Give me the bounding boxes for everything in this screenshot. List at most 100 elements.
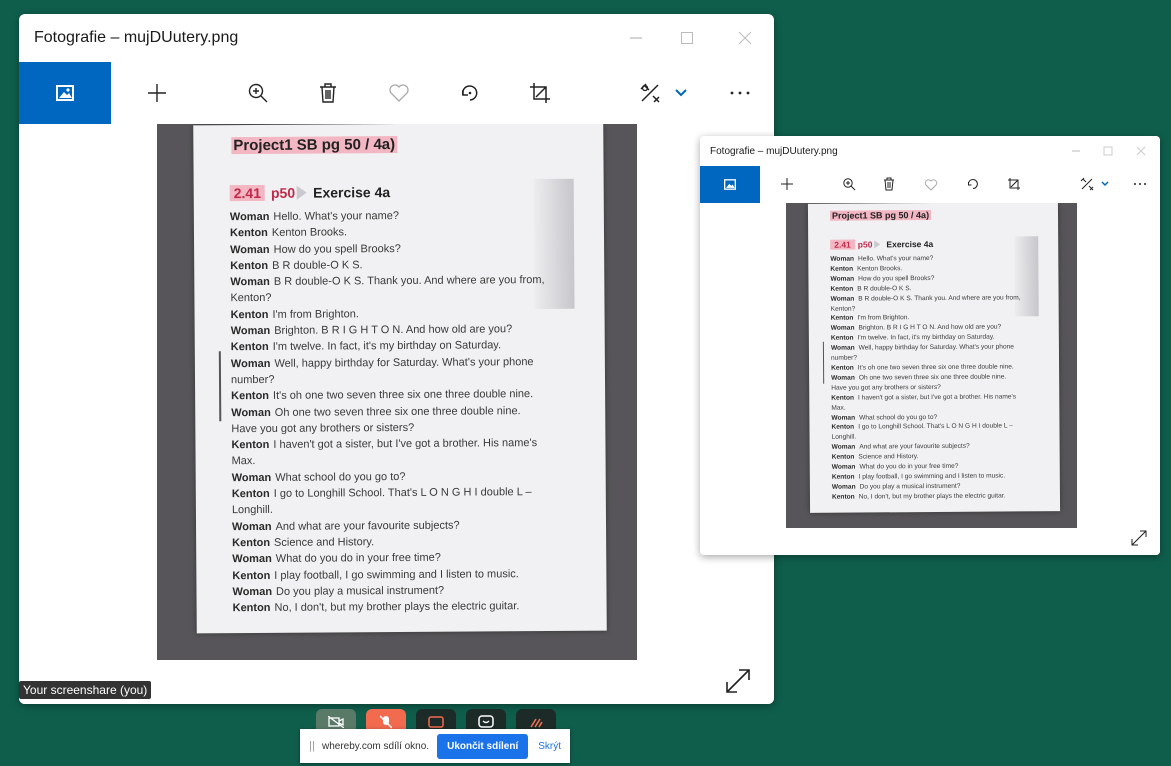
speaker-name: Kenton xyxy=(232,536,271,550)
chevron-down-icon[interactable] xyxy=(669,76,693,110)
speaker-name: Woman xyxy=(830,324,855,333)
speaker-name: Kenton xyxy=(231,487,270,501)
stop-sharing-button[interactable]: Ukončit sdílení xyxy=(437,733,529,759)
speaker-name: Kenton xyxy=(831,453,855,461)
minimize-icon[interactable] xyxy=(1058,137,1094,165)
crop-icon[interactable] xyxy=(1003,174,1025,194)
worksheet-header: Project1 SB pg 50 / 4a) xyxy=(231,136,398,155)
speaker-name: Kenton xyxy=(831,364,854,372)
zoom-in-icon[interactable] xyxy=(238,76,278,110)
hide-link[interactable]: Skrýt xyxy=(538,741,561,752)
speaker-name: Kenton xyxy=(231,390,270,403)
more-icon[interactable] xyxy=(720,76,760,110)
window-title: Fotografie – mujDUutery.png xyxy=(710,145,838,157)
window-controls xyxy=(614,16,774,60)
crop-icon[interactable] xyxy=(520,76,560,110)
speaker-name: Kenton xyxy=(831,394,855,402)
speaker-name: Kenton xyxy=(230,308,269,321)
maximize-icon[interactable] xyxy=(1094,137,1122,165)
dialogue-line: Woman Oh one two seven three six one thre… xyxy=(831,372,1021,383)
dialogue-text-line: B R double-O K S. xyxy=(272,259,363,272)
close-icon[interactable] xyxy=(716,16,774,60)
speaker-name: Woman xyxy=(831,463,856,471)
dialogue-text-line: B R double-O K S. Thank you. And where a… xyxy=(273,274,545,289)
dialogue-text-line: B R double-O K S. xyxy=(857,284,912,293)
dialogue-text-line: I haven't got a sister, but I've got a b… xyxy=(857,393,1017,402)
dialogue-text-line: It's oh one two seven three six one thre… xyxy=(857,363,1014,372)
photo: Project1 SB pg 50 / 4a) 2.41 p50 Exercis… xyxy=(157,124,637,660)
speaker-name: Kenton xyxy=(831,423,855,432)
dialogue-text-line: What do you do in your free time? xyxy=(859,462,959,471)
favorite-icon[interactable] xyxy=(379,76,419,110)
dialogue-text-line: Do you play a musical instrument? xyxy=(275,584,445,598)
dialogue-line: Kenton I go to Longhill School. That's L … xyxy=(232,484,546,502)
exercise-page: p50 xyxy=(270,184,296,201)
delete-icon[interactable] xyxy=(878,174,900,194)
chevron-down-icon[interactable] xyxy=(1098,174,1112,194)
worksheet-paper: Project1 SB pg 50 / 4a) 2.41 p50 Exercis… xyxy=(193,124,607,634)
dialogue-text-line: I'm twelve. In fact, it's my birthday on… xyxy=(272,339,502,354)
dialogue-text-line: Well, happy birthday for Saturday. What'… xyxy=(858,343,1014,352)
edit-icon[interactable] xyxy=(633,76,669,110)
speaker-name: Kenton xyxy=(232,569,271,582)
dialogue-text-line: Max. xyxy=(831,404,846,412)
speaker-name: Woman xyxy=(230,243,270,256)
window-controls xyxy=(1058,137,1160,165)
speaker-name: Woman xyxy=(830,344,855,352)
edit-icon[interactable] xyxy=(1076,174,1098,194)
more-icon[interactable] xyxy=(1128,174,1152,194)
speaker-name: Kenton xyxy=(231,439,270,452)
title-bar[interactable]: Fotografie – mujDUutery.png xyxy=(700,136,1160,166)
minimize-icon[interactable] xyxy=(614,16,658,60)
photos-window-main: Fotografie – mujDUutery.png Project1 SB … xyxy=(19,14,774,704)
dialogue-text-line: No, I don't, but my brother plays the el… xyxy=(274,600,520,615)
maximize-icon[interactable] xyxy=(658,16,716,60)
close-icon[interactable] xyxy=(1122,137,1160,165)
photo: Project1 SB pg 50 / 4a) 2.41 p50 Exercis… xyxy=(786,203,1077,528)
arrow-icon xyxy=(297,185,308,200)
favorite-icon[interactable] xyxy=(920,174,942,194)
zoom-in-icon[interactable] xyxy=(838,174,860,194)
drag-handle-icon[interactable]: || xyxy=(306,740,318,752)
delete-icon[interactable] xyxy=(308,76,348,110)
rotate-icon[interactable] xyxy=(450,76,490,110)
add-icon[interactable] xyxy=(137,76,177,110)
title-bar[interactable]: Fotografie – mujDUutery.png xyxy=(19,14,774,62)
dialogue-text-line: And what are your favourite subjects? xyxy=(275,519,460,533)
speaker-name: Woman xyxy=(830,275,855,283)
add-icon[interactable] xyxy=(776,174,798,194)
dialogue-line: Kenton I play football, I go swimming and… xyxy=(232,566,546,584)
dialogue-line: Woman Well, happy birthday for Saturday. … xyxy=(231,354,545,372)
dialogue-text-line: Do you play a musical instrument? xyxy=(859,482,961,491)
expand-icon[interactable] xyxy=(723,666,753,696)
exercise-title: Exercise 4a xyxy=(313,184,391,201)
image-viewer[interactable]: Project1 SB pg 50 / 4a) 2.41 p50 Exercis… xyxy=(19,124,774,704)
dialogue-text-line: Have you got any brothers or sisters? xyxy=(831,383,941,392)
dialogue-text: Woman Hello. What's your name? Kenton Kento… xyxy=(230,207,547,617)
arrow-icon xyxy=(874,240,881,249)
speaker-name: Woman xyxy=(231,406,271,419)
speaker-name: Woman xyxy=(831,443,856,451)
dialogue-text-line: What do you do in your free time? xyxy=(275,551,441,566)
toolbar xyxy=(700,166,1160,203)
worksheet-header-text: Project1 SB pg 50 / 4a) xyxy=(829,210,932,221)
exercise-heading: 2.41 p50 Exercise 4a xyxy=(229,184,391,202)
dialogue-text-line: Science and History. xyxy=(273,536,375,549)
photo-icon[interactable] xyxy=(700,166,760,203)
image-viewer[interactable]: Project1 SB pg 50 / 4a) 2.41 p50 Exercis… xyxy=(700,203,1160,555)
speaker-name: Kenton xyxy=(830,265,854,273)
dialogue-text-line: I haven't got a sister, but I've got a b… xyxy=(273,437,538,452)
expand-icon[interactable] xyxy=(1130,529,1148,547)
photo-icon[interactable] xyxy=(19,62,111,124)
toolbar xyxy=(19,62,774,124)
margin-marker xyxy=(218,351,222,422)
dialogue-text-line: What school do you go to? xyxy=(859,413,938,422)
dialogue-text: Woman Hello. What's your name? Kenton Kento… xyxy=(830,253,1022,502)
rotate-icon[interactable] xyxy=(962,174,984,194)
exercise-number: 2.41 xyxy=(229,184,266,202)
speaker-name: Woman xyxy=(232,553,272,566)
speaker-name: Woman xyxy=(230,276,270,289)
speaker-name: Woman xyxy=(831,374,855,382)
speaker-name: Kenton xyxy=(232,602,271,615)
dialogue-line: Kenton I'm twelve. In fact, it's my birth… xyxy=(231,337,545,355)
